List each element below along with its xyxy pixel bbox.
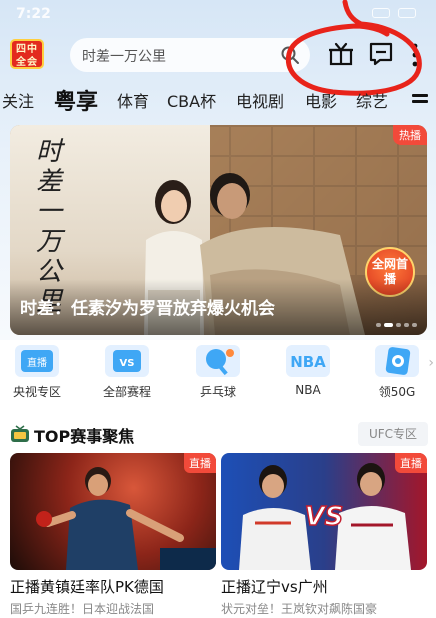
svg-text:NBA: NBA — [290, 353, 326, 371]
ufc-zone-link[interactable]: UFC专区 — [358, 422, 428, 446]
carousel-dot — [412, 323, 417, 327]
banner-caption-overlay: 时差：任素汐为罗晋放弃爆火机会 — [10, 279, 427, 335]
event-subtitle: 国乒九连胜！日本迎战法国 — [10, 602, 155, 616]
app-logo[interactable]: 四中全会 — [10, 39, 44, 69]
event-thumbnail: 直播 — [10, 453, 216, 570]
nba-icon: NBA — [286, 345, 330, 377]
quick-entry-label: 全部赛程 — [102, 385, 151, 399]
quick-entry-pingpong[interactable]: 乒乓球 — [183, 345, 253, 400]
chevron-right-icon[interactable]: › — [428, 355, 434, 371]
gift-icon[interactable] — [328, 41, 354, 67]
quick-entry-nba[interactable]: NBA NBA — [273, 345, 343, 397]
tab-variety[interactable]: 综艺 — [356, 88, 388, 112]
carousel-dot — [376, 323, 381, 327]
battery-icon — [398, 8, 416, 18]
live-badge: 直播 — [184, 453, 216, 473]
hero-banner[interactable]: 时差一万公里 热播 全网首播 时差：任素汐为罗晋放弃爆火机会 — [10, 125, 427, 335]
live-badge: 直播 — [395, 453, 427, 473]
ping-pong-icon — [196, 345, 240, 377]
tab-sports[interactable]: 体育 — [117, 88, 149, 112]
quick-entry-cctv[interactable]: 直播 央视专区 — [2, 345, 72, 400]
tab-movies[interactable]: 电影 — [305, 88, 337, 112]
wifi-icon — [372, 8, 390, 18]
versus-label: VS — [305, 502, 344, 532]
carousel-dots — [376, 323, 417, 327]
tv-live-icon: 直播 — [15, 345, 59, 377]
tab-follow[interactable]: 关注 — [2, 88, 34, 112]
event-card[interactable]: 直播 正播黄镇廷率队PK德国 国乒九连胜！日本迎战法国 — [10, 453, 216, 617]
status-time: 7:22 — [16, 6, 51, 22]
event-card[interactable]: VS 直播 正播辽宁vs广州 状元对垒！王岚钦对飙陈国豪 — [221, 453, 427, 617]
quick-entry-schedule[interactable]: VS 全部赛程 — [92, 345, 162, 400]
channel-tabs: 关注 粤享 体育 CBA杯 电视剧 电影 综艺 — [0, 84, 436, 116]
message-icon[interactable] — [368, 41, 394, 67]
search-placeholder: 时差一万公里 — [82, 49, 166, 65]
section-title: TOP赛事聚焦 — [34, 427, 135, 446]
tab-cba-cup[interactable]: CBA杯 — [167, 88, 216, 112]
svg-text:直播: 直播 — [27, 356, 47, 369]
top-events-header: TOP赛事聚焦 UFC专区 — [0, 422, 436, 448]
hot-badge: 热播 — [393, 125, 427, 145]
quick-entry-label: NBA — [295, 383, 321, 397]
quick-entry-data-gift[interactable]: 领50G — [362, 345, 432, 400]
tv-icon — [11, 425, 29, 442]
quick-entry-label: 央视专区 — [12, 385, 61, 399]
carousel-dot — [396, 323, 401, 327]
quick-entry-label: 乒乓球 — [199, 385, 236, 399]
search-input[interactable]: 时差一万公里 — [70, 38, 310, 72]
channel-menu-icon[interactable] — [412, 94, 428, 108]
svg-text:VS: VS — [120, 358, 135, 369]
status-bar: 7:22 — [0, 0, 436, 30]
quick-entry-row: 直播 央视专区 VS 全部赛程 乒乓球 NBA NBA 领50G › — [0, 345, 436, 405]
more-menu-icon[interactable] — [408, 42, 422, 68]
event-thumbnail: VS 直播 — [221, 453, 427, 570]
quick-entry-label: 领50G — [378, 385, 416, 399]
event-title: 正播辽宁vs广州 — [221, 578, 328, 596]
status-icons — [372, 8, 416, 18]
schedule-icon: VS — [105, 345, 149, 377]
event-title: 正播黄镇廷率队PK德国 — [10, 578, 164, 596]
data-gift-icon — [375, 345, 419, 377]
carousel-dot-active — [384, 323, 393, 327]
event-subtitle: 状元对垒！王岚钦对飙陈国豪 — [221, 602, 378, 616]
search-icon[interactable] — [280, 45, 300, 65]
carousel-dot — [404, 323, 409, 327]
tab-yuexiang[interactable]: 粤享 — [54, 84, 98, 116]
app-header: 四中全会 时差一万公里 — [0, 34, 436, 74]
banner-caption: 时差：任素汐为罗晋放弃爆火机会 — [20, 299, 275, 319]
tab-tv-series[interactable]: 电视剧 — [236, 88, 284, 112]
